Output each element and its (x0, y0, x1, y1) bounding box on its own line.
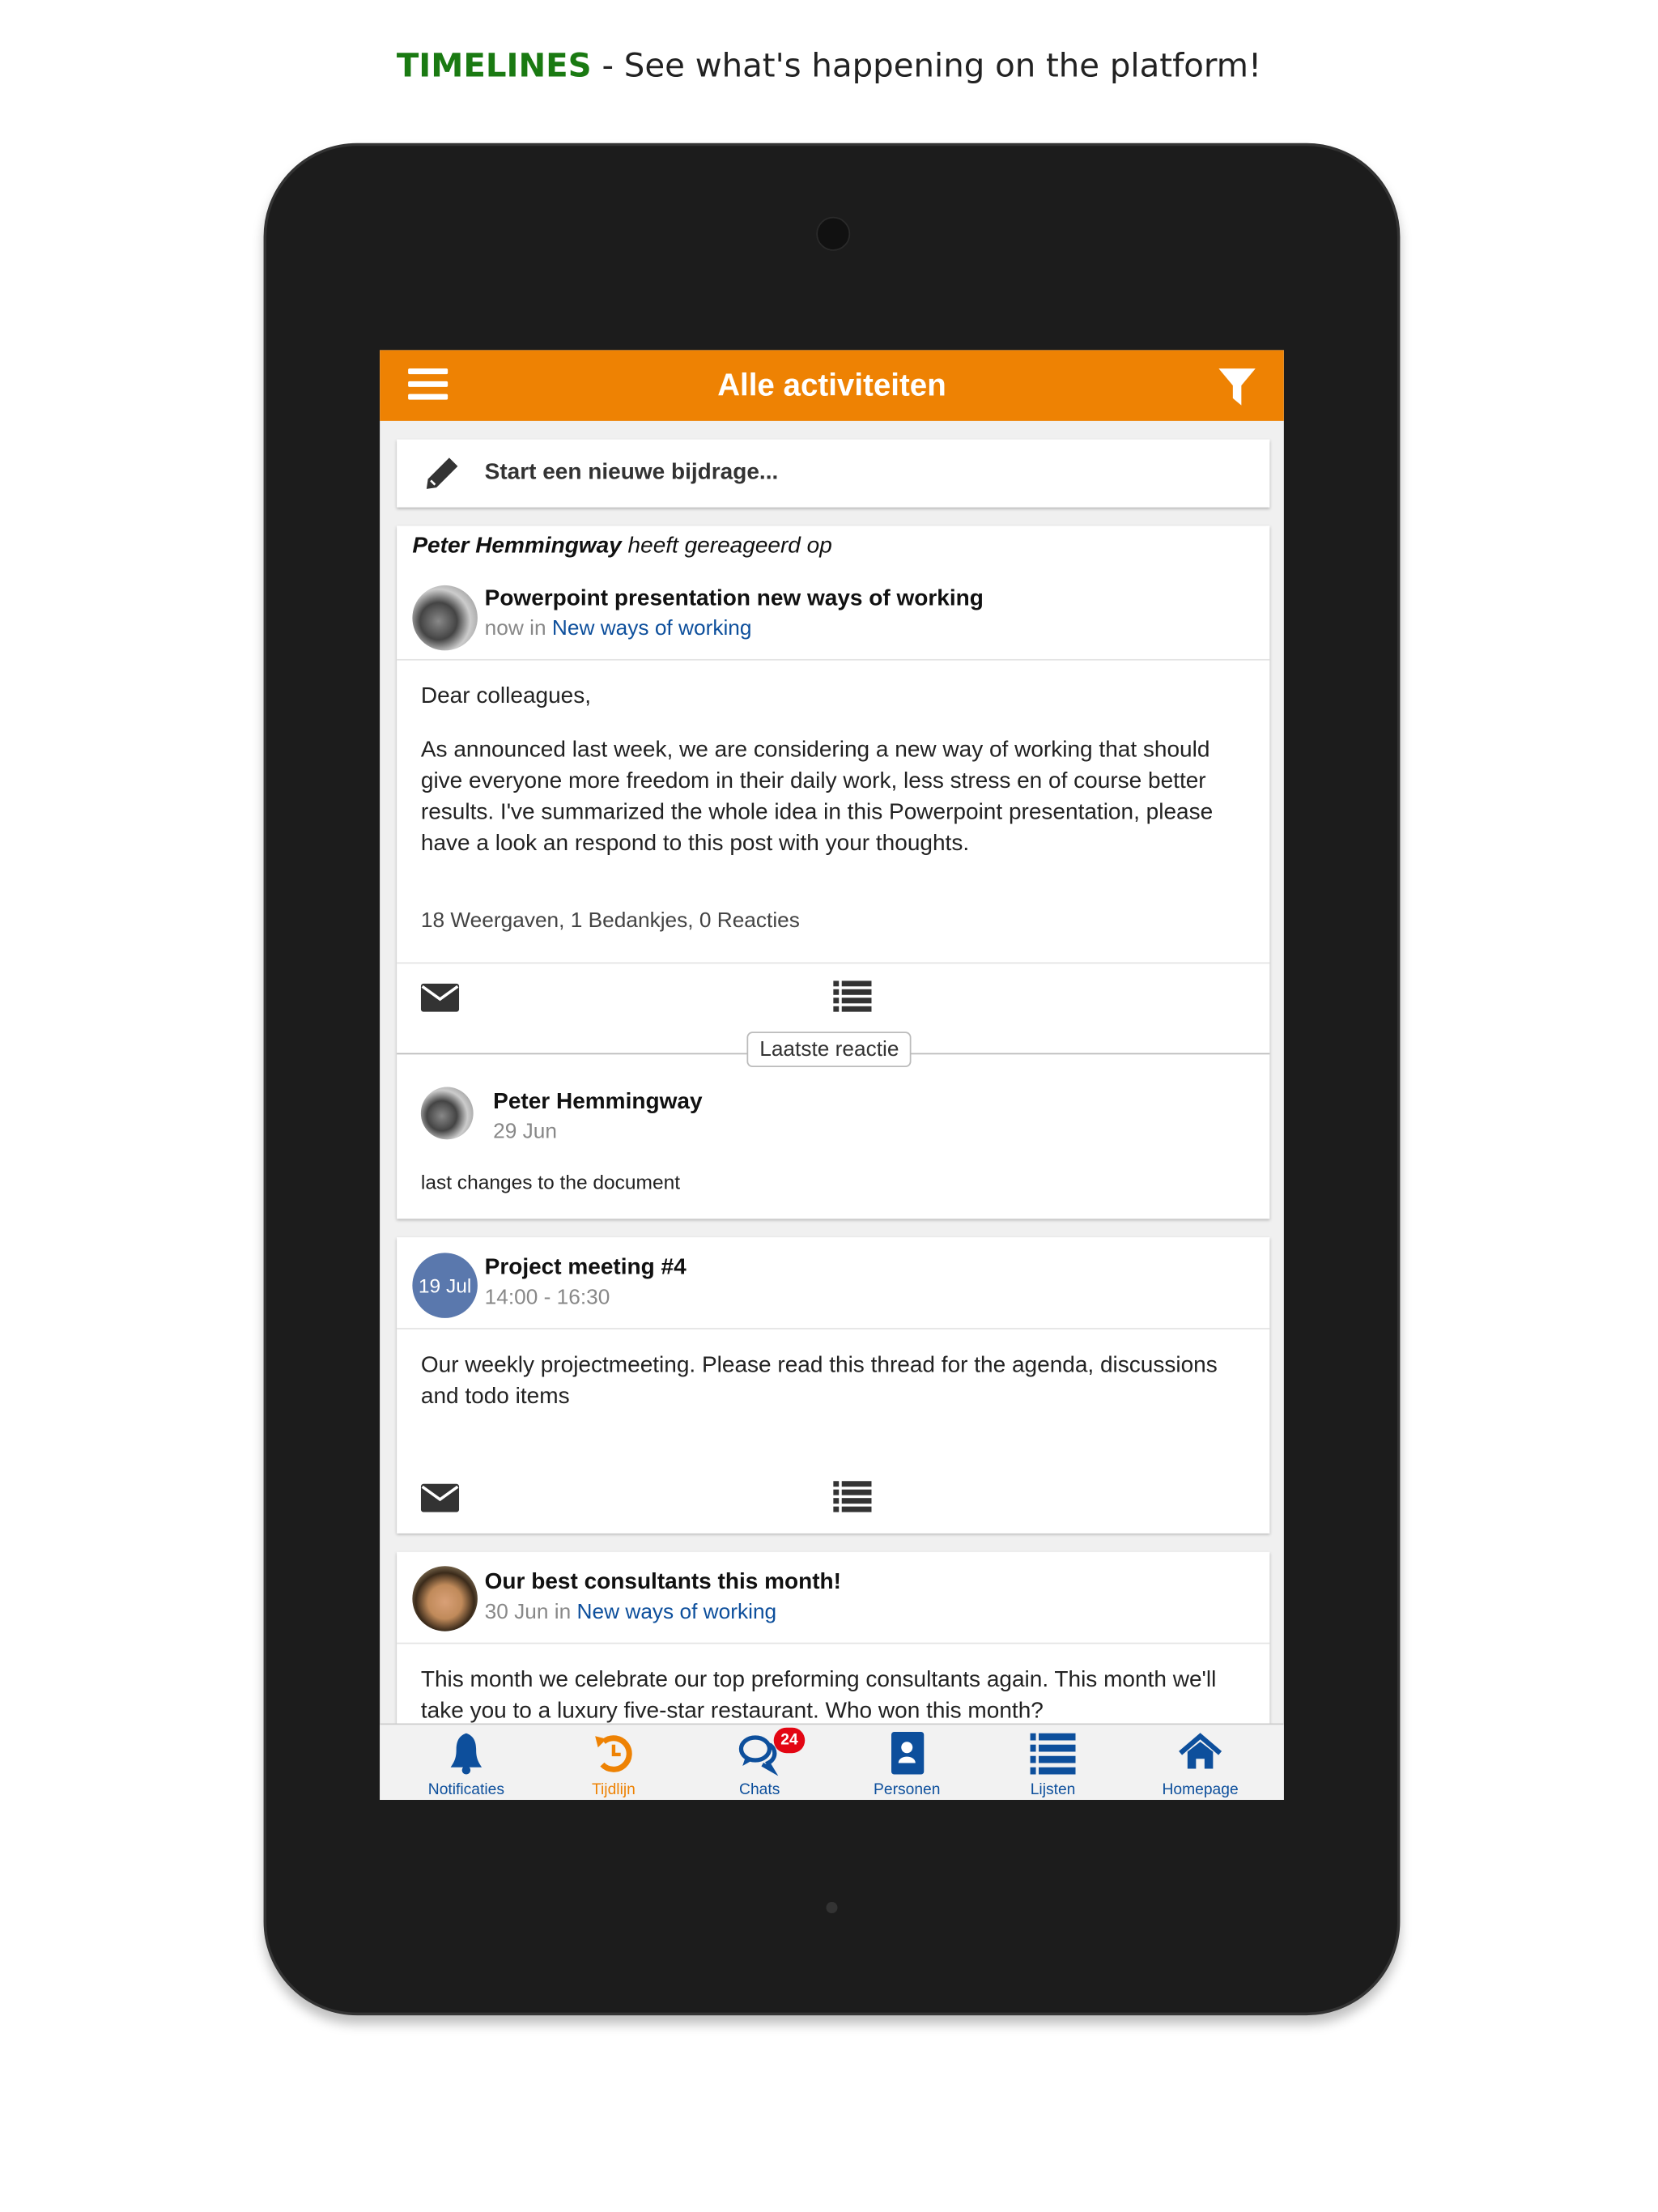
group-link[interactable]: New ways of working (552, 616, 752, 640)
list-icon[interactable] (833, 1481, 872, 1512)
avatar[interactable] (412, 1566, 478, 1631)
caption-highlight: TIMELINES (396, 48, 592, 86)
post-time: now (484, 616, 524, 641)
reaction-text: last changes to the document (420, 1170, 681, 1193)
nav-chats[interactable]: 24 Chats (686, 1725, 833, 1800)
post-greeting: Dear colleagues, (420, 684, 592, 709)
divider (397, 658, 1270, 661)
activity-line: Peter Hemmingway heeft gereageerd op (412, 534, 831, 560)
post-card: Peter Hemmingway heeft gereageerd op Pow… (397, 525, 1270, 1219)
nav-notificaties[interactable]: Notificaties (393, 1725, 540, 1800)
post-time: 30 Jun (484, 1600, 549, 1624)
nav-tijdlijn[interactable]: Tijdlijn (540, 1725, 687, 1800)
reaction-date: 29 Jun (493, 1119, 557, 1144)
list-icon[interactable] (833, 981, 872, 1012)
bell-icon (450, 1733, 483, 1775)
event-time: 14:00 - 16:30 (484, 1285, 610, 1310)
list-icon (1030, 1733, 1076, 1775)
activity-action: heeft gereageerd op (627, 534, 832, 559)
chat-count-badge: 24 (773, 1727, 806, 1754)
history-icon (595, 1735, 632, 1772)
event-title[interactable]: Project meeting #4 (485, 1256, 687, 1282)
event-date-badge: 19 Jul (412, 1253, 478, 1318)
post-in: in (554, 1600, 572, 1624)
group-link[interactable]: New ways of working (577, 1600, 777, 1624)
post-in: in (529, 616, 546, 641)
reaction-avatar[interactable] (420, 1087, 474, 1140)
nav-label: Notificaties (427, 1781, 504, 1799)
event-body: Our weekly projectmeeting. Please read t… (420, 1353, 1218, 1409)
home-icon (1179, 1733, 1222, 1769)
nav-label: Tijdlijn (591, 1781, 636, 1799)
bottom-nav: Notificaties Tijdlijn 24 Chats Personen … (380, 1723, 1284, 1801)
page-title: Alle activiteiten (717, 367, 946, 403)
divider (397, 1328, 1270, 1329)
nav-label: Homepage (1162, 1781, 1239, 1799)
post-body: As announced last week, we are consideri… (420, 738, 1214, 857)
post-stats: 18 Weergaven, 1 Bedankjes, 0 Reacties (420, 908, 800, 933)
app-screen: Alle activiteiten Start een nieuwe bijdr… (380, 350, 1284, 1801)
filter-icon[interactable] (1218, 368, 1256, 406)
nav-label: Chats (739, 1781, 780, 1799)
nav-lijsten[interactable]: Lijsten (980, 1725, 1127, 1800)
divider (397, 1642, 1270, 1644)
nav-personen[interactable]: Personen (833, 1725, 980, 1800)
pencil-icon (426, 457, 458, 489)
new-post-label: Start een nieuwe bijdrage... (484, 460, 779, 485)
nav-label: Lijsten (1030, 1781, 1076, 1799)
last-reaction-label: Laatste reactie (746, 1032, 912, 1068)
nav-homepage[interactable]: Homepage (1127, 1725, 1274, 1800)
page-caption: TIMELINES - See what's happening on the … (0, 49, 1658, 86)
post-meta: 30 Jun in New ways of working (485, 1600, 777, 1624)
top-bar: Alle activiteiten (380, 350, 1284, 421)
actor-name[interactable]: Peter Hemmingway (412, 534, 621, 559)
divider (397, 962, 1270, 964)
reaction-author[interactable]: Peter Hemmingway (493, 1090, 702, 1116)
post-meta: now in New ways of working (485, 616, 752, 640)
post-title[interactable]: Powerpoint presentation new ways of work… (485, 587, 984, 613)
post-title[interactable]: Our best consultants this month! (485, 1570, 841, 1596)
post-body: This month we celebrate our top preformi… (420, 1668, 1217, 1724)
envelope-icon[interactable] (420, 1483, 460, 1512)
event-card: 19 Jul Project meeting #4 14:00 - 16:30 … (397, 1237, 1270, 1534)
caption-text: - See what's happening on the platform! (591, 48, 1262, 86)
address-book-icon (891, 1731, 925, 1775)
new-post-button[interactable]: Start een nieuwe bijdrage... (397, 439, 1270, 508)
sensor (826, 1902, 838, 1914)
avatar[interactable] (412, 585, 478, 651)
camera (816, 216, 851, 251)
envelope-icon[interactable] (420, 983, 460, 1012)
nav-label: Personen (874, 1781, 941, 1799)
